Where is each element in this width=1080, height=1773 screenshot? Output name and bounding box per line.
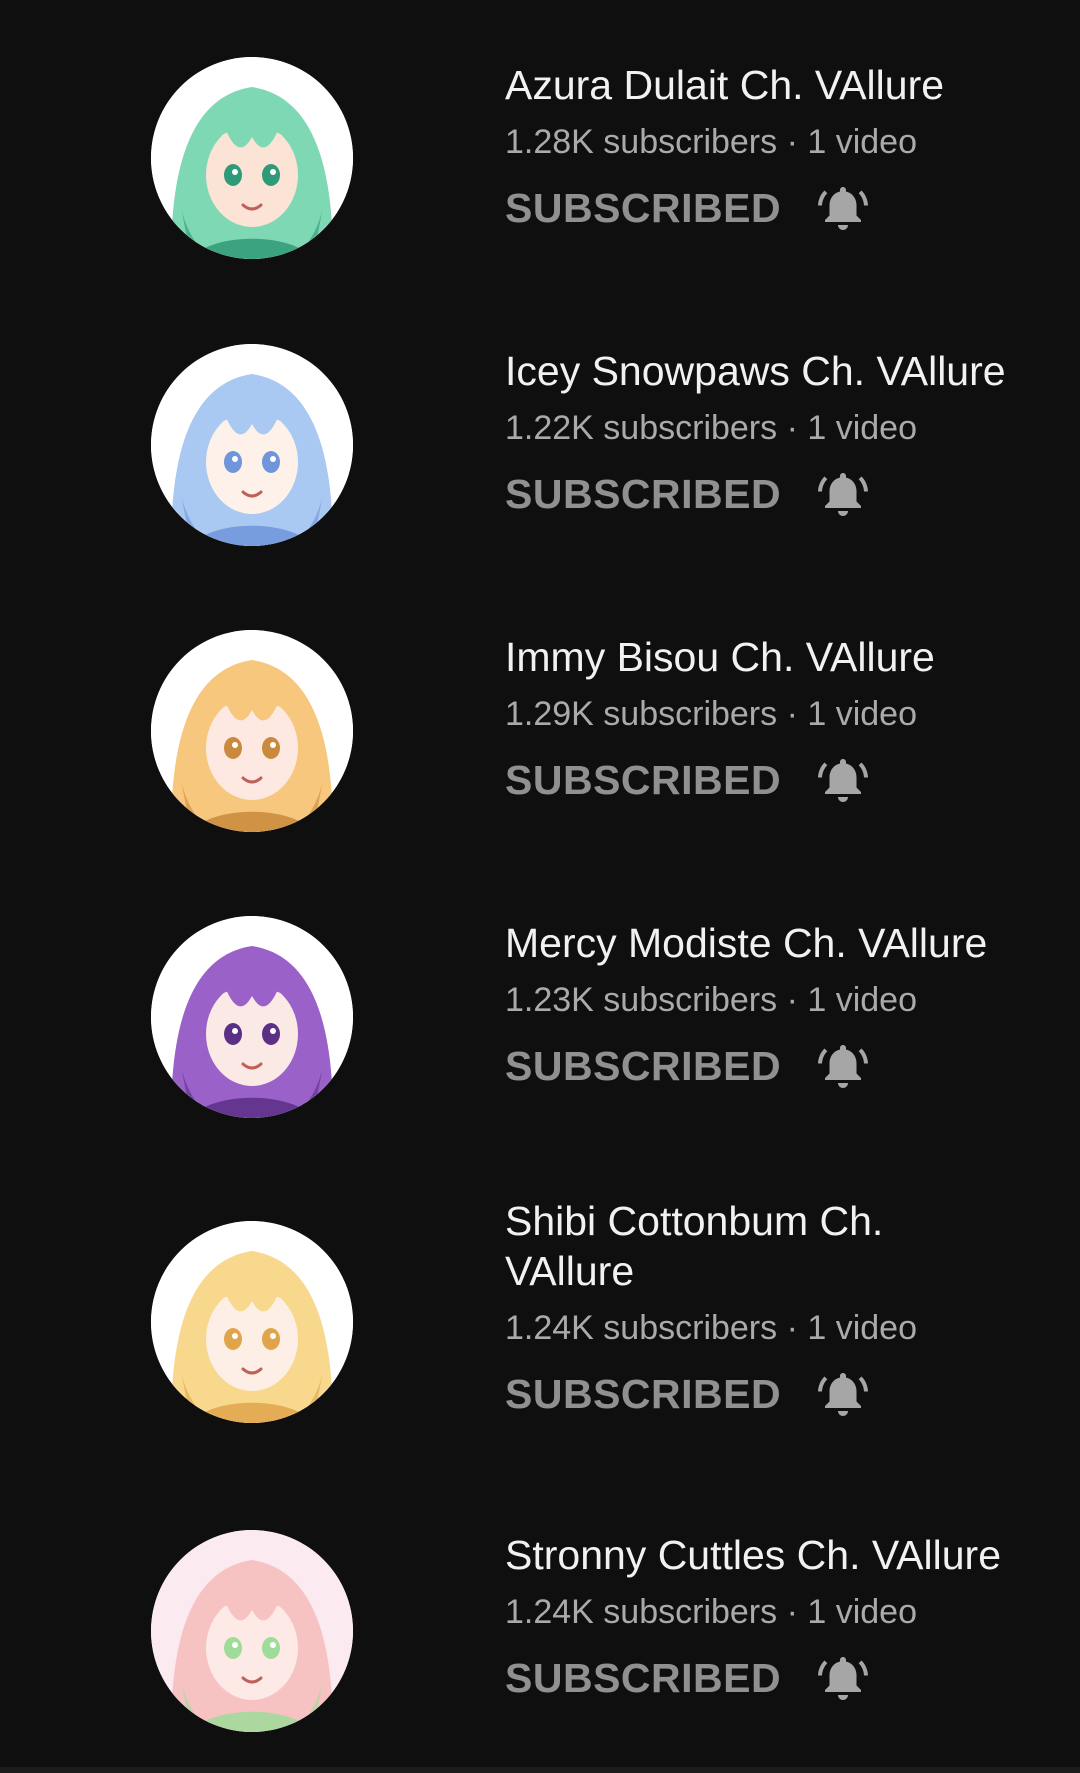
subscribed-button[interactable]: SUBSCRIBED — [505, 178, 781, 238]
channel-row[interactable]: Immy Bisou Ch. VAllure 1.29K subscribers… — [0, 622, 1080, 852]
bottom-edge — [0, 1767, 1080, 1773]
channel-name[interactable]: Shibi Cottonbum Ch. VAllure — [505, 1196, 925, 1296]
channel-avatar[interactable] — [151, 57, 353, 259]
channel-avatar[interactable] — [151, 1530, 353, 1732]
channel-name[interactable]: Icey Snowpaws Ch. VAllure — [505, 346, 1045, 396]
channel-meta: 1.24K subscribers · 1 video — [505, 1593, 917, 1631]
subscribed-button[interactable]: SUBSCRIBED — [505, 1648, 781, 1708]
channel-meta: 1.24K subscribers · 1 video — [505, 1309, 917, 1347]
channel-actions: SUBSCRIBED — [505, 750, 1045, 810]
channel-info: Azura Dulait Ch. VAllure 1.28K subscribe… — [505, 60, 1045, 238]
bell-ringing-icon[interactable] — [815, 180, 871, 236]
channel-name[interactable]: Mercy Modiste Ch. VAllure — [505, 918, 1045, 968]
bell-ringing-icon[interactable] — [815, 1650, 871, 1706]
channel-actions: SUBSCRIBED — [505, 464, 1045, 524]
channel-actions: SUBSCRIBED — [505, 1036, 1045, 1096]
bell-ringing-icon[interactable] — [815, 1038, 871, 1094]
channel-name[interactable]: Stronny Cuttles Ch. VAllure — [505, 1530, 1045, 1580]
channel-row[interactable]: Icey Snowpaws Ch. VAllure 1.22K subscrib… — [0, 336, 1080, 566]
channel-avatar[interactable] — [151, 1221, 353, 1423]
bell-ringing-icon[interactable] — [815, 752, 871, 808]
channel-row[interactable]: Mercy Modiste Ch. VAllure 1.23K subscrib… — [0, 908, 1080, 1138]
channel-info: Immy Bisou Ch. VAllure 1.29K subscribers… — [505, 632, 1045, 810]
channel-meta: 1.22K subscribers · 1 video — [505, 409, 917, 447]
channel-actions: SUBSCRIBED — [505, 178, 1045, 238]
subscribed-button[interactable]: SUBSCRIBED — [505, 464, 781, 524]
channel-name[interactable]: Immy Bisou Ch. VAllure — [505, 632, 1045, 682]
bell-ringing-icon[interactable] — [815, 1366, 871, 1422]
channel-row[interactable]: Azura Dulait Ch. VAllure 1.28K subscribe… — [0, 50, 1080, 280]
channel-avatar[interactable] — [151, 916, 353, 1118]
channel-actions: SUBSCRIBED — [505, 1364, 1045, 1424]
channel-avatar[interactable] — [151, 344, 353, 546]
channel-name[interactable]: Azura Dulait Ch. VAllure — [505, 60, 1045, 110]
channel-row[interactable]: Shibi Cottonbum Ch. VAllure 1.24K subscr… — [0, 1196, 1080, 1466]
channel-meta: 1.28K subscribers · 1 video — [505, 123, 917, 161]
channel-info: Stronny Cuttles Ch. VAllure 1.24K subscr… — [505, 1530, 1045, 1708]
channel-info: Mercy Modiste Ch. VAllure 1.23K subscrib… — [505, 918, 1045, 1096]
channel-avatar[interactable] — [151, 630, 353, 832]
subscribed-channels-list: Azura Dulait Ch. VAllure 1.28K subscribe… — [0, 0, 1080, 1773]
channel-actions: SUBSCRIBED — [505, 1648, 1045, 1708]
channel-row[interactable]: Stronny Cuttles Ch. VAllure 1.24K subscr… — [0, 1530, 1080, 1760]
channel-meta: 1.23K subscribers · 1 video — [505, 981, 917, 1019]
subscribed-button[interactable]: SUBSCRIBED — [505, 1364, 781, 1424]
subscribed-button[interactable]: SUBSCRIBED — [505, 750, 781, 810]
bell-ringing-icon[interactable] — [815, 466, 871, 522]
channel-info: Icey Snowpaws Ch. VAllure 1.22K subscrib… — [505, 346, 1045, 524]
channel-info: Shibi Cottonbum Ch. VAllure 1.24K subscr… — [505, 1196, 1045, 1424]
channel-meta: 1.29K subscribers · 1 video — [505, 695, 917, 733]
subscribed-button[interactable]: SUBSCRIBED — [505, 1036, 781, 1096]
